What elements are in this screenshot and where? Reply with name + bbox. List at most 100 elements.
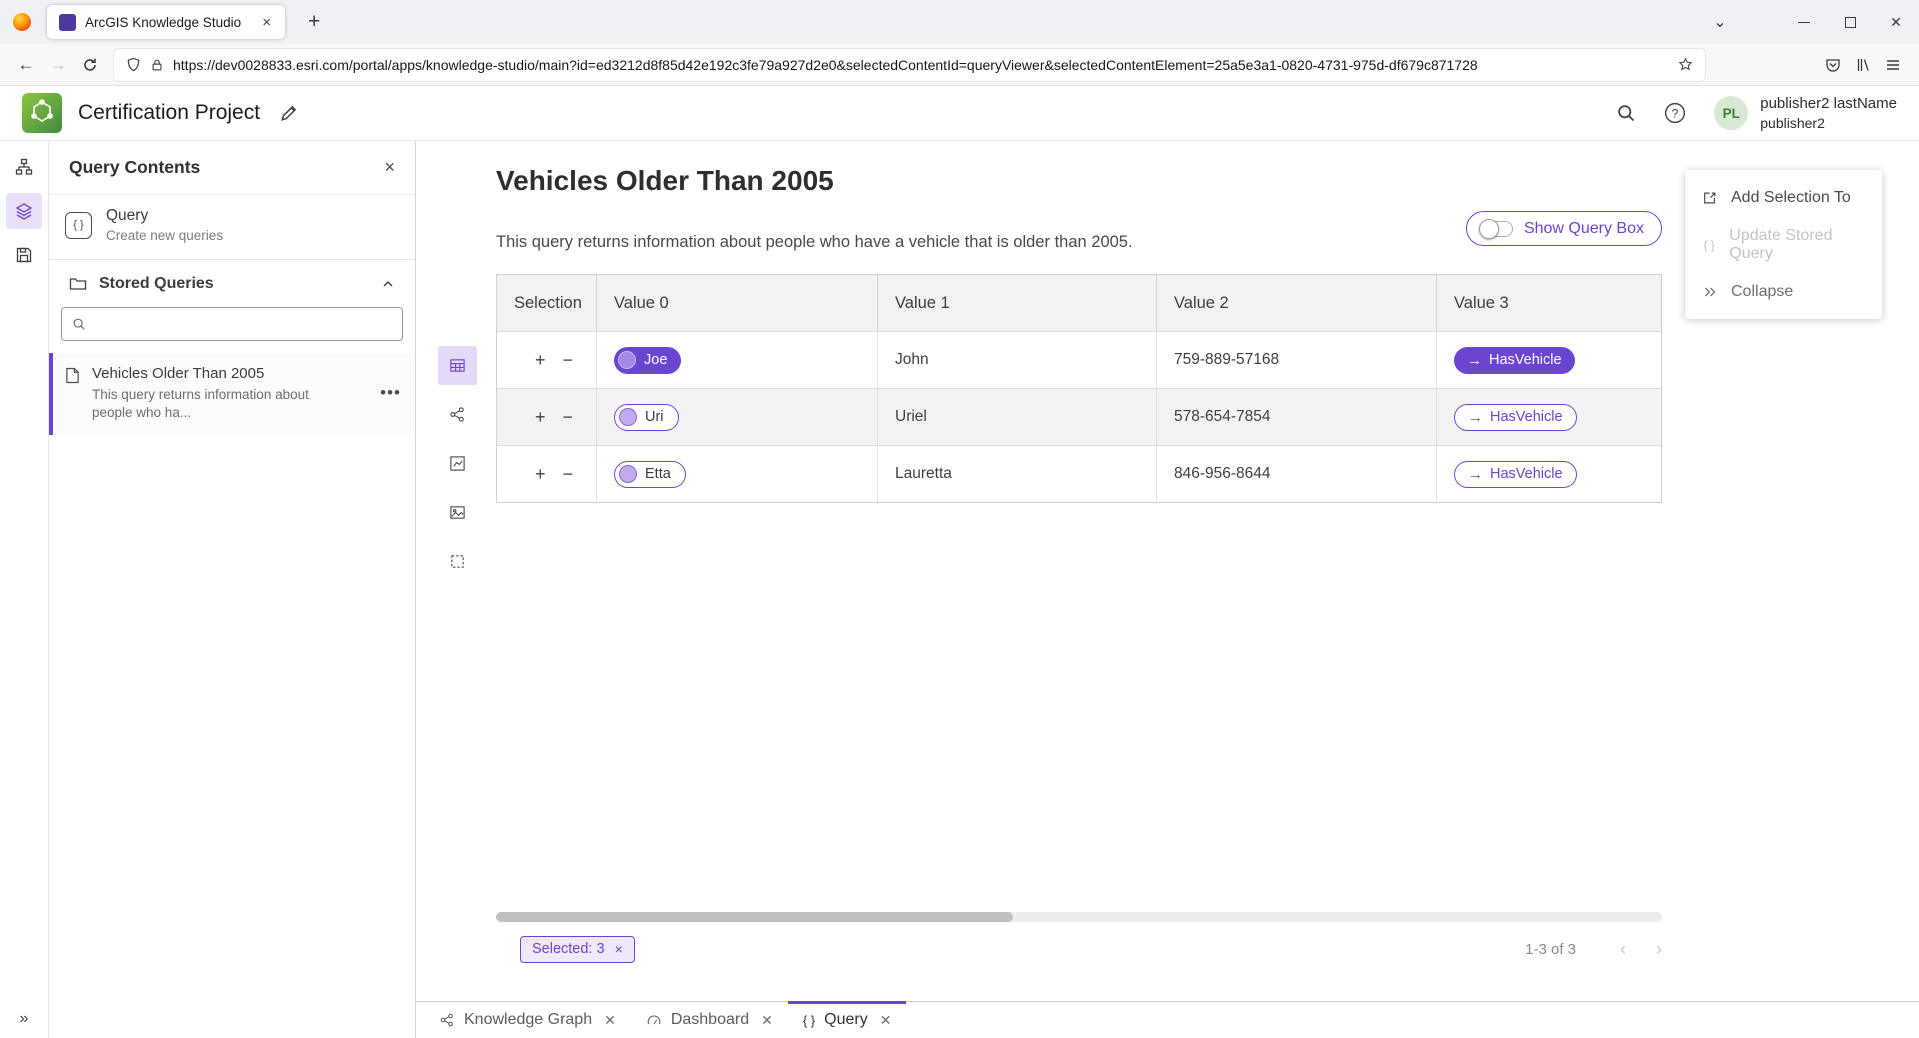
menu-item-update-stored-query[interactable]: { } Update Stored Query [1685,221,1882,268]
results-table: Selection Value 0 Value 1 Value 2 Value … [496,274,1662,503]
url-bar[interactable]: https://dev0028833.esri.com/portal/apps/… [114,49,1705,81]
arcgis-favicon-icon [59,14,76,31]
search-icon[interactable] [1616,103,1636,123]
entity-label: Uri [645,409,664,425]
view-mode-toolbar [438,346,477,581]
column-header-value1[interactable]: Value 1 [878,275,1157,331]
forward-button[interactable]: → [42,49,74,81]
menu-item-label: Update Stored Query [1729,227,1866,263]
close-tab-icon[interactable]: ✕ [761,1012,773,1029]
map-view-icon[interactable] [438,493,477,532]
nav-right-icons [1825,57,1901,73]
knowledge-graph-icon [439,1012,455,1028]
selected-count-chip[interactable]: Selected: 3 × [520,936,635,963]
column-header-value3[interactable]: Value 3 [1437,275,1661,331]
tab-dashboard[interactable]: Dashboard ✕ [631,1002,788,1038]
cell-value1[interactable]: John [878,332,1157,388]
relationship-pill[interactable]: → HasVehicle [1454,347,1575,374]
back-button[interactable]: ← [10,49,42,81]
remove-from-selection-icon[interactable]: − [563,465,574,483]
table-row[interactable]: + − Joe John 759-889-57168 [497,331,1661,388]
user-avatar[interactable]: PL [1714,96,1748,130]
user-info[interactable]: publisher2 lastName publisher2 [1760,94,1897,132]
browser-tab-strip: ArcGIS Knowledge Studio × + ⌄ ✕ [0,0,1919,44]
tab-close-icon[interactable]: × [256,13,277,32]
close-tab-icon[interactable]: ✕ [880,1012,892,1029]
query-braces-icon: { } [803,1013,815,1028]
window-minimize-button[interactable] [1781,0,1827,44]
horizontal-scrollbar[interactable] [496,912,1662,922]
cell-value2[interactable]: 578-654-7854 [1157,389,1437,445]
table-view-icon[interactable] [438,346,477,385]
stored-queries-search-input[interactable] [94,316,392,332]
selection-tool-icon[interactable] [438,542,477,581]
new-query-subtitle: Create new queries [106,228,223,243]
remove-from-selection-icon[interactable]: − [563,351,574,369]
query-file-icon [65,367,80,421]
scrollbar-thumb[interactable] [496,912,1013,922]
cell-value1[interactable]: Uriel [878,389,1157,445]
table-row[interactable]: + − Uri Uriel 578-654-7854 [497,388,1661,445]
menu-item-collapse[interactable]: Collapse [1685,268,1882,315]
remove-from-selection-icon[interactable]: − [563,408,574,426]
stored-query-description: This query returns information about peo… [92,386,322,421]
window-close-button[interactable]: ✕ [1873,0,1919,44]
entity-pill[interactable]: Joe [614,347,681,374]
table-row[interactable]: + − Etta Lauretta 846-956-8644 [497,445,1661,502]
toggle-switch[interactable] [1479,221,1513,237]
entity-pill[interactable]: Uri [614,404,679,431]
data-model-icon[interactable] [6,149,42,185]
firefox-icon[interactable] [13,13,31,31]
arrow-right-icon: → [1467,352,1482,369]
next-page-chevron-icon[interactable]: › [1656,939,1662,960]
pocket-icon[interactable] [1825,57,1841,73]
expand-rail-chevrons-icon[interactable]: » [0,1010,48,1028]
cell-value2[interactable]: 759-889-57168 [1157,332,1437,388]
stored-queries-search[interactable] [61,307,403,341]
column-header-value0[interactable]: Value 0 [597,275,878,331]
help-icon[interactable]: ? [1664,102,1686,124]
url-text[interactable]: https://dev0028833.esri.com/portal/apps/… [173,57,1669,73]
bookmark-star-icon[interactable] [1678,57,1693,72]
graph-view-icon[interactable] [438,395,477,434]
cell-value2[interactable]: 846-956-8644 [1157,446,1437,502]
contents-layers-icon[interactable] [6,193,42,229]
previous-page-chevron-icon[interactable]: ‹ [1620,939,1626,960]
tracking-protection-shield-icon[interactable] [126,57,141,72]
menu-item-add-selection-to[interactable]: Add Selection To [1685,174,1882,221]
clear-selection-icon[interactable]: × [615,941,623,957]
save-icon[interactable] [6,237,42,273]
chart-view-icon[interactable] [438,444,477,483]
edit-title-pencil-icon[interactable] [280,104,298,122]
folder-icon [69,275,87,293]
add-to-selection-icon[interactable]: + [535,408,546,426]
window-maximize-button[interactable] [1827,0,1873,44]
add-to-selection-icon[interactable]: + [535,465,546,483]
close-tab-icon[interactable]: ✕ [604,1012,616,1029]
lock-icon[interactable] [150,58,164,72]
show-query-box-toggle[interactable]: Show Query Box [1466,211,1662,246]
column-header-selection[interactable]: Selection [497,275,597,331]
relationship-pill[interactable]: → HasVehicle [1454,404,1577,431]
tab-knowledge-graph[interactable]: Knowledge Graph ✕ [424,1002,631,1038]
tab-query[interactable]: { } Query ✕ [788,1002,907,1038]
stored-queries-section-header[interactable]: Stored Queries [49,260,415,305]
entity-pill[interactable]: Etta [614,461,686,488]
relationship-pill[interactable]: → HasVehicle [1454,461,1577,488]
list-all-tabs-chevron-icon[interactable]: ⌄ [1697,0,1743,44]
menu-hamburger-icon[interactable] [1885,57,1901,73]
new-tab-button[interactable]: + [299,10,329,34]
refresh-button[interactable] [74,49,106,81]
show-query-box-label: Show Query Box [1524,220,1644,238]
close-panel-icon[interactable]: × [384,157,395,178]
cell-value1[interactable]: Lauretta [878,446,1157,502]
stored-query-list-item[interactable]: Vehicles Older Than 2005 This query retu… [49,353,415,435]
browser-tab[interactable]: ArcGIS Knowledge Studio × [47,5,285,39]
add-to-selection-icon[interactable]: + [535,351,546,369]
item-options-kebab-icon[interactable]: ••• [380,383,401,403]
dashboard-gauge-icon [646,1012,662,1028]
library-icon[interactable] [1855,57,1871,73]
new-query-item[interactable]: { } Query Create new queries [49,195,415,259]
column-header-value2[interactable]: Value 2 [1157,275,1437,331]
chevron-up-icon[interactable] [381,277,395,291]
